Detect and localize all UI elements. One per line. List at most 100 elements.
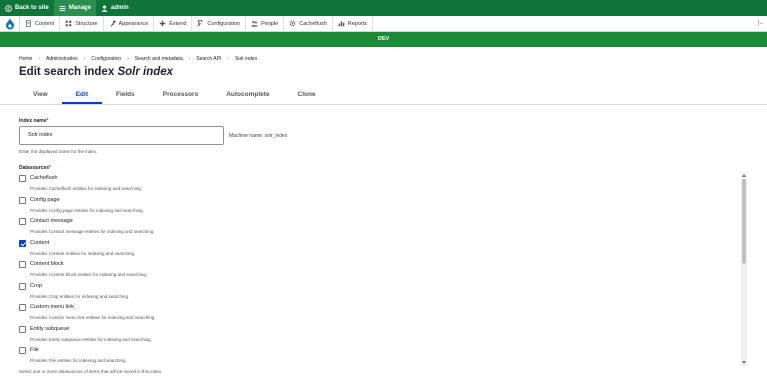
structure-icon [65, 20, 72, 27]
datasources-list: Cacheflush Provides Cacheflush entities … [19, 175, 746, 367]
breadcrumb-separator: › [188, 56, 191, 62]
tab-autocomplete[interactable]: Autocomplete [212, 88, 283, 104]
breadcrumb-separator: › [227, 56, 229, 62]
datasource-description: Provides File entities for indexing and … [30, 358, 127, 363]
admin-toolbar: Back to site Manage admin [0, 0, 767, 16]
datasource-description: Provides Entity subqueue entities for in… [30, 336, 152, 342]
tray-item-content[interactable]: Content [20, 15, 61, 32]
back-to-site-link[interactable]: Back to site [0, 0, 54, 16]
user-menu-button[interactable]: admin [96, 0, 134, 16]
hamburger-icon [59, 5, 65, 11]
datasource-item: Content block Provides Content block ent… [19, 261, 746, 283]
page-title-prefix: Edit search index [19, 66, 118, 78]
breadcrumb-separator: › [83, 56, 86, 62]
wrench-icon [198, 20, 203, 27]
user-label: admin [111, 5, 129, 11]
tray-item-people[interactable]: People [246, 15, 285, 32]
tab-processors[interactable]: Processors [149, 88, 212, 104]
datasource-description: Provides Custom menu link entities for i… [30, 315, 156, 320]
index-name-description: Enter the displayed name for the index. [19, 149, 98, 154]
tray-item-cacheflush[interactable]: Cacheflush [284, 15, 333, 32]
user-icon [101, 5, 108, 12]
drupal-drop-icon [5, 18, 14, 29]
tray-item-label: Extend [169, 20, 187, 27]
manage-menu-button[interactable]: Manage [53, 0, 97, 16]
datasource-label[interactable]: Entity subqueue [30, 326, 69, 333]
datasource-checkbox[interactable] [19, 175, 26, 182]
scroll-up-icon[interactable] [742, 174, 746, 177]
datasources-description: Select one or more datasources of items … [19, 369, 163, 374]
tray-item-label: Reports [347, 20, 368, 27]
reports-icon [338, 21, 345, 27]
datasource-checkbox[interactable] [19, 196, 26, 204]
tray-item-label: Appearance [118, 20, 149, 27]
tab-clone[interactable]: Clone [284, 88, 330, 104]
scrollbar-thumb[interactable] [742, 179, 746, 264]
scroll-down-icon[interactable] [742, 361, 746, 364]
breadcrumb-link[interactable]: Search and metadata [135, 56, 183, 62]
datasource-label[interactable]: Content [30, 240, 49, 247]
tray-item-configuration[interactable]: Configuration [192, 15, 247, 32]
index-name-label: Index name* [19, 118, 49, 124]
datasource-checkbox[interactable] [19, 347, 26, 354]
tray-item-reports[interactable]: Reports [333, 15, 374, 32]
content-icon [26, 20, 31, 27]
tray-item-label: Content [35, 20, 55, 27]
datasource-item: Contact message Provides Contact message… [19, 218, 746, 240]
breadcrumb-link[interactable]: Administration [46, 56, 78, 62]
datasource-label[interactable]: Crop [30, 283, 42, 290]
required-marker: * [49, 165, 51, 171]
tray-item-extend[interactable]: Extend [154, 15, 193, 32]
datasource-description: Provides Config page entities for indexi… [30, 207, 144, 213]
appearance-icon [109, 20, 116, 27]
datasource-item: Config page Provides Config page entitie… [19, 196, 746, 219]
datasource-checkbox[interactable] [19, 325, 26, 333]
gear-icon [289, 20, 296, 27]
environment-indicator: DEV [0, 32, 767, 47]
breadcrumb-link[interactable]: Solr index [235, 56, 257, 62]
datasource-item: Custom menu link Provides Custom menu li… [19, 304, 746, 326]
breadcrumb-link[interactable]: Home [19, 56, 32, 62]
datasource-description: Provides Contact message entities for in… [30, 229, 155, 234]
drupal-logo[interactable] [0, 15, 20, 32]
breadcrumb-link[interactable]: Search API [196, 56, 221, 62]
tray-item-label: People [261, 20, 279, 27]
page-title: Edit search index Solr index [19, 66, 173, 78]
index-name-input[interactable]: Solr index [19, 126, 224, 145]
datasource-description: Provides Cacheflush entities for indexin… [30, 186, 143, 191]
tab-fields[interactable]: Fields [102, 88, 149, 104]
datasource-item: Crop Provides Crop entities for indexing… [19, 282, 746, 305]
collapse-tray-icon[interactable]: |← [757, 20, 765, 26]
datasource-checkbox[interactable] [19, 282, 26, 290]
tray-item-label: Configuration [207, 20, 241, 27]
datasource-checkbox[interactable] [19, 261, 26, 268]
datasource-label[interactable]: Config page [30, 197, 60, 204]
datasource-label[interactable]: Contact message [30, 218, 73, 225]
tray-item-label: Cacheflush [299, 20, 327, 27]
datasource-checkbox[interactable] [19, 218, 26, 225]
datasource-label[interactable]: Cacheflush [30, 175, 58, 182]
datasource-label[interactable]: Custom menu link [30, 304, 74, 311]
breadcrumb-separator: › [38, 56, 41, 62]
datasource-label[interactable]: File [30, 347, 39, 354]
required-marker: * [46, 118, 49, 124]
datasources-scrollbar[interactable] [741, 172, 747, 366]
datasources-label: Datasources* [19, 165, 51, 171]
admin-tray: Content Structure Appearance Extend Conf… [0, 15, 767, 32]
tab-edit[interactable]: Edit [61, 88, 103, 104]
machine-name: Machine name: solr_index [229, 133, 288, 139]
datasource-checkbox-checked[interactable] [19, 239, 26, 247]
tray-item-appearance[interactable]: Appearance [104, 15, 155, 32]
breadcrumb-link[interactable]: Configuration [91, 56, 121, 62]
datasource-item: Cacheflush Provides Cacheflush entities … [19, 175, 746, 197]
manage-label: Manage [68, 5, 92, 11]
page-title-index-name: Solr index [117, 66, 174, 78]
datasource-label[interactable]: Content block [30, 261, 64, 268]
datasource-item: Entity subqueue Provides Entity subqueue… [19, 325, 746, 348]
datasource-description: Provides Content block entities for inde… [30, 272, 148, 277]
tray-item-structure[interactable]: Structure [60, 15, 104, 32]
tab-view[interactable]: View [19, 88, 62, 104]
extend-icon [159, 20, 166, 27]
datasource-item: File Provides File entities for indexing… [19, 347, 746, 367]
datasource-checkbox[interactable] [19, 304, 26, 311]
